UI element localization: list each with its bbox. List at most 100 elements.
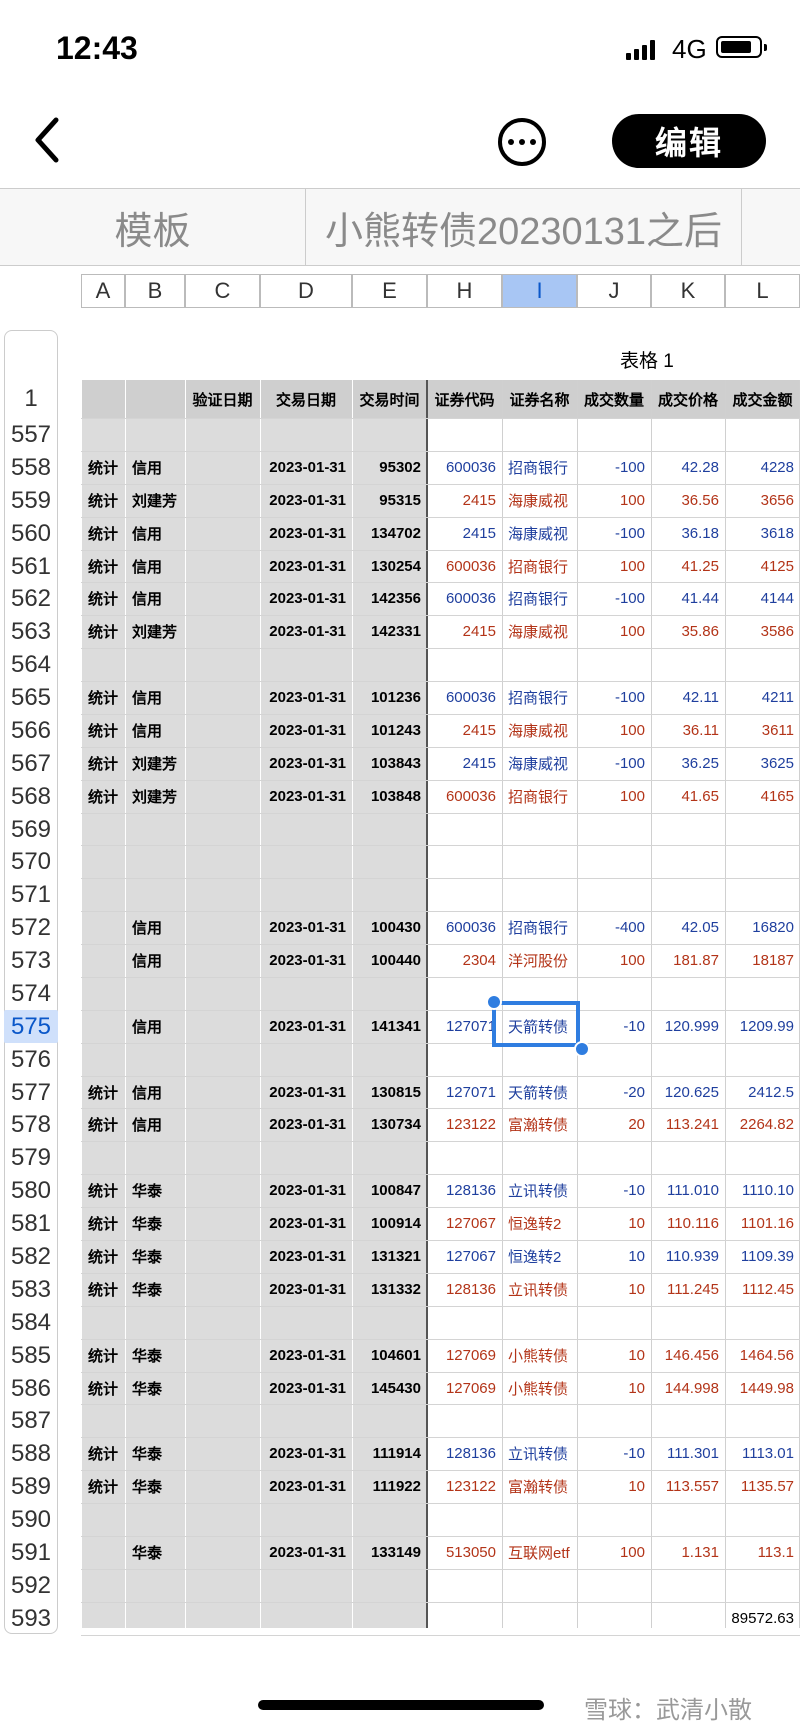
selection-handle[interactable] — [574, 1041, 590, 1057]
cell-b[interactable]: 信用 — [125, 911, 185, 944]
cell-a[interactable]: 统计 — [81, 1174, 125, 1207]
cell-k[interactable]: 181.87 — [651, 944, 725, 977]
cell-h[interactable]: 128136 — [427, 1174, 502, 1207]
cell-h[interactable]: 123122 — [427, 1470, 502, 1503]
cell-l[interactable]: 1449.98 — [725, 1372, 800, 1405]
cell-d[interactable]: 2023-01-31 — [260, 911, 352, 944]
cell-h[interactable]: 2415 — [427, 615, 502, 648]
cell-b[interactable]: 信用 — [125, 1108, 185, 1141]
cell-k[interactable]: 41.44 — [651, 582, 725, 615]
cell-a[interactable]: 统计 — [81, 1470, 125, 1503]
cell-h[interactable]: 123122 — [427, 1108, 502, 1141]
column-letter-d[interactable]: D — [260, 274, 352, 308]
cell-i[interactable]: 富瀚转债 — [502, 1108, 577, 1141]
cell-l[interactable]: 18187 — [725, 944, 800, 977]
cell-b[interactable]: 信用 — [125, 1010, 185, 1043]
cell-k[interactable]: 113.557 — [651, 1470, 725, 1503]
cell-k[interactable]: 36.25 — [651, 747, 725, 780]
column-header-k[interactable]: 成交价格 — [651, 380, 725, 418]
row-number[interactable]: 565 — [4, 681, 58, 714]
sheet-tab-active[interactable]: 小熊转债20230131之后 — [306, 189, 742, 265]
cell-l[interactable]: 4125 — [725, 550, 800, 583]
cell-h[interactable]: 600036 — [427, 582, 502, 615]
cell-i[interactable]: 立讯转债 — [502, 1437, 577, 1470]
column-header-j[interactable]: 成交数量 — [577, 380, 651, 418]
cell-d[interactable]: 2023-01-31 — [260, 1076, 352, 1109]
cell-k[interactable]: 1.131 — [651, 1536, 725, 1569]
cell-e[interactable]: 95315 — [352, 484, 427, 517]
cell-k[interactable]: 36.18 — [651, 517, 725, 550]
cell-e[interactable]: 130734 — [352, 1108, 427, 1141]
cell-a[interactable]: 统计 — [81, 714, 125, 747]
cell-e[interactable]: 95302 — [352, 451, 427, 484]
cell-i[interactable]: 立讯转债 — [502, 1174, 577, 1207]
cell-h[interactable]: 127071 — [427, 1076, 502, 1109]
cell-k[interactable]: 42.11 — [651, 681, 725, 714]
cell-k[interactable]: 41.25 — [651, 550, 725, 583]
cell-k[interactable]: 36.56 — [651, 484, 725, 517]
cell-a[interactable]: 统计 — [81, 1240, 125, 1273]
column-letter-a[interactable]: A — [81, 274, 125, 308]
cell-b[interactable]: 华泰 — [125, 1437, 185, 1470]
cell-h[interactable]: 600036 — [427, 681, 502, 714]
cell-j[interactable]: -10 — [577, 1437, 651, 1470]
row-number[interactable]: 590 — [4, 1503, 58, 1536]
column-header-e[interactable]: 交易时间 — [352, 380, 427, 418]
cell-k[interactable]: 110.116 — [651, 1207, 725, 1240]
column-header-i[interactable]: 证券名称 — [502, 380, 577, 418]
cell-l[interactable]: 1209.99 — [725, 1010, 800, 1043]
cell-i[interactable]: 海康威视 — [502, 747, 577, 780]
cell-b[interactable]: 信用 — [125, 944, 185, 977]
cell-l[interactable]: 1112.45 — [725, 1273, 800, 1306]
row-number[interactable]: 578 — [4, 1108, 58, 1141]
cell-i[interactable]: 富瀚转债 — [502, 1470, 577, 1503]
row-number[interactable]: 558 — [4, 451, 58, 484]
cell-e[interactable]: 131321 — [352, 1240, 427, 1273]
cell-e[interactable]: 111922 — [352, 1470, 427, 1503]
cell-h[interactable]: 2415 — [427, 484, 502, 517]
cell-i[interactable]: 恒逸转2 — [502, 1240, 577, 1273]
cell-d[interactable]: 2023-01-31 — [260, 484, 352, 517]
cell-h[interactable]: 127067 — [427, 1207, 502, 1240]
selection-handle[interactable] — [486, 994, 502, 1010]
row-number[interactable]: 575 — [4, 1010, 58, 1043]
cell-d[interactable]: 2023-01-31 — [260, 582, 352, 615]
cell-e[interactable]: 130254 — [352, 550, 427, 583]
cell-k[interactable]: 113.241 — [651, 1108, 725, 1141]
cell-j[interactable]: 10 — [577, 1240, 651, 1273]
cell-d[interactable]: 2023-01-31 — [260, 1372, 352, 1405]
cell-b[interactable]: 刘建芳 — [125, 615, 185, 648]
cell-j[interactable]: 100 — [577, 780, 651, 813]
row-number[interactable]: 593 — [4, 1602, 58, 1635]
row-number[interactable]: 592 — [4, 1569, 58, 1602]
cell-h[interactable]: 128136 — [427, 1437, 502, 1470]
column-header-h[interactable]: 证券代码 — [427, 380, 502, 418]
cell-b[interactable]: 华泰 — [125, 1536, 185, 1569]
cell-h[interactable]: 600036 — [427, 780, 502, 813]
cell-d[interactable]: 2023-01-31 — [260, 1207, 352, 1240]
cell-j[interactable]: -100 — [577, 747, 651, 780]
cell-selection-box[interactable] — [492, 1001, 580, 1047]
cell-k[interactable]: 120.625 — [651, 1076, 725, 1109]
column-letter-k[interactable]: K — [651, 274, 725, 308]
cell-h[interactable]: 600036 — [427, 911, 502, 944]
row-number[interactable]: 561 — [4, 550, 58, 583]
cell-l[interactable]: 3586 — [725, 615, 800, 648]
cell-k[interactable]: 42.05 — [651, 911, 725, 944]
cell-i[interactable]: 立讯转债 — [502, 1273, 577, 1306]
cell-e[interactable]: 130815 — [352, 1076, 427, 1109]
sheet-tab-template[interactable]: 模板 — [0, 189, 306, 265]
cell-k[interactable]: 111.010 — [651, 1174, 725, 1207]
cell-a[interactable]: 统计 — [81, 1108, 125, 1141]
cell-l[interactable]: 4211 — [725, 681, 800, 714]
cell-j[interactable]: 100 — [577, 944, 651, 977]
cell-l[interactable]: 89572.63 — [725, 1602, 800, 1635]
row-number[interactable]: 577 — [4, 1076, 58, 1109]
row-number[interactable]: 571 — [4, 878, 58, 911]
cell-k[interactable]: 36.11 — [651, 714, 725, 747]
cell-d[interactable]: 2023-01-31 — [260, 550, 352, 583]
cell-i[interactable]: 天箭转债 — [502, 1076, 577, 1109]
cell-e[interactable]: 104601 — [352, 1339, 427, 1372]
cell-b[interactable]: 信用 — [125, 681, 185, 714]
cell-k[interactable]: 111.301 — [651, 1437, 725, 1470]
